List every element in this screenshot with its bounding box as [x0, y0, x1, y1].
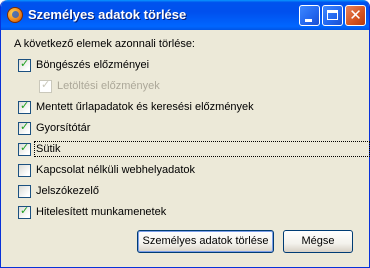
checkmark-icon: ✓ [41, 79, 51, 91]
items-heading: A következő elemek azonnali törlése: [14, 38, 195, 50]
option-label: Sütik [36, 143, 61, 155]
option-label: Böngészés előzményei [36, 59, 150, 71]
window-title: Személyes adatok törlése [28, 7, 187, 22]
firefox-icon [7, 7, 23, 23]
option-label: Hitelesített munkamenetek [36, 206, 167, 218]
minimize-button[interactable] [299, 5, 320, 26]
checkmark-icon: ✓ [20, 121, 30, 133]
option-label: Kapcsolat nélküli webhelyadatok [36, 164, 195, 176]
checkbox-form-history[interactable]: ✓ [18, 100, 31, 114]
maximize-button[interactable] [322, 5, 343, 26]
checkmark-icon: ✓ [20, 142, 30, 154]
checkbox-offline-data[interactable] [18, 164, 31, 177]
minimize-icon [305, 19, 312, 22]
checkbox-download-history: ✓ [39, 79, 52, 93]
checkbox-cache[interactable]: ✓ [18, 121, 31, 135]
maximize-icon [327, 10, 338, 20]
checkmark-icon: ✓ [20, 100, 30, 112]
checkmark-icon: ✓ [20, 58, 30, 70]
checkbox-cookies[interactable]: ✓ [18, 142, 31, 156]
cancel-button[interactable]: Mégse [283, 230, 353, 253]
focus-rectangle [34, 141, 370, 157]
checkbox-sessions[interactable]: ✓ [18, 205, 31, 219]
close-icon: ✕ [349, 7, 362, 24]
option-label: Mentett űrlapadatok és keresési előzmény… [36, 101, 254, 113]
title-bar[interactable]: Személyes adatok törlése ✕ [1, 0, 369, 30]
option-label: Gyorsítótár [36, 122, 91, 134]
checkbox-passwords[interactable] [18, 185, 31, 198]
checkmark-icon: ✓ [20, 205, 30, 217]
clear-private-data-button[interactable]: Személyes adatok törlése [137, 230, 274, 253]
close-button[interactable]: ✕ [345, 5, 366, 26]
option-label: Jelszókezelő [36, 185, 99, 197]
option-label: Letöltési előzmények [57, 80, 160, 92]
checkbox-browsing-history[interactable]: ✓ [18, 58, 31, 72]
